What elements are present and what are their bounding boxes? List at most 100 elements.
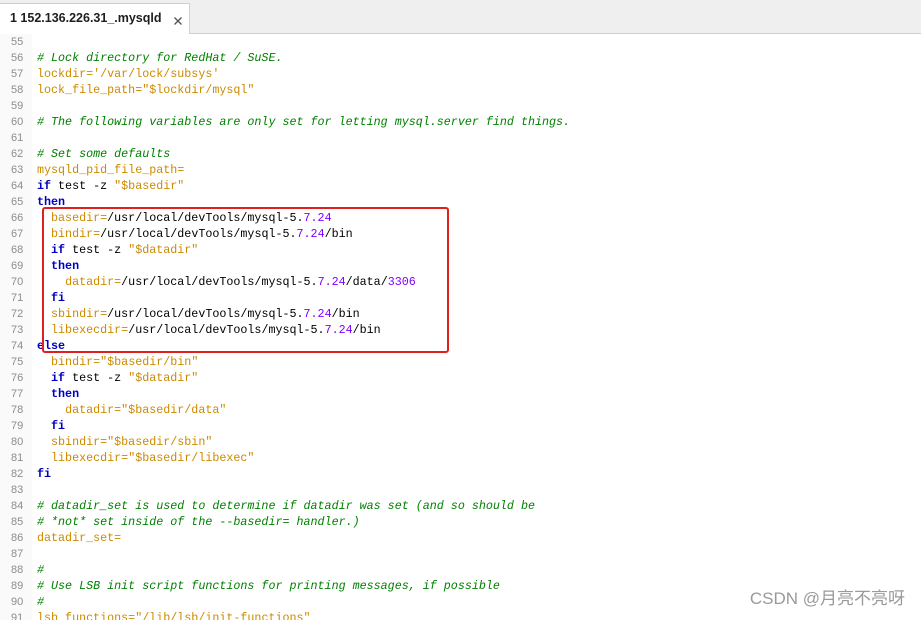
code-line[interactable]: datadir=/usr/local/devTools/mysql-5.7.24… <box>37 274 917 290</box>
editor[interactable]: 55 56 57 58 59 60 61 62 63 64 65 66 67 68 69 70 71 72 73 74… <box>0 34 921 620</box>
variable-token: datadir= <box>65 403 122 417</box>
line-number: 86 <box>11 532 24 544</box>
comment-token: # Use LSB init script functions for prin… <box>37 579 500 593</box>
line-number: 85 <box>11 516 24 528</box>
code-line[interactable]: if test -z "$datadir" <box>37 242 917 258</box>
line-number: 59 <box>11 100 24 112</box>
code-line[interactable]: lock_file_path="$lockdir/mysql" <box>37 82 917 98</box>
string-token: "$datadir" <box>128 371 199 385</box>
code-line[interactable]: fi <box>37 290 917 306</box>
code-line[interactable]: if test -z "$datadir" <box>37 370 917 386</box>
code-line[interactable]: datadir="$basedir/data" <box>37 402 917 418</box>
variable-token: bindir= <box>51 227 101 241</box>
string-token: '/var/lock/subsys' <box>93 67 220 81</box>
line-number: 77 <box>11 388 24 400</box>
line-number: 66 <box>11 212 24 224</box>
code-line[interactable]: lsb_functions="/lib/lsb/init-functions" <box>37 610 917 620</box>
code-line[interactable]: basedir=/usr/local/devTools/mysql-5.7.24 <box>37 210 917 226</box>
code-line[interactable] <box>37 98 917 114</box>
line-number: 62 <box>11 148 24 160</box>
line-number: 71 <box>11 292 24 304</box>
code-line[interactable]: lockdir='/var/lock/subsys' <box>37 66 917 82</box>
watermark: CSDN @月亮不亮呀 <box>749 589 905 608</box>
line-number: 64 <box>11 180 24 192</box>
line-number: 78 <box>11 404 24 416</box>
line-number: 73 <box>11 324 24 336</box>
keyword-token: if <box>51 243 66 257</box>
code-line[interactable]: # Lock directory for RedHat / SuSE. <box>37 50 917 66</box>
number-token: 7.24 <box>296 227 325 241</box>
code-line[interactable]: # *not* set inside of the --basedir= han… <box>37 514 917 530</box>
line-number: 80 <box>11 436 24 448</box>
comment-token: # Lock directory for RedHat / SuSE. <box>37 51 283 65</box>
keyword-token: then <box>51 387 80 401</box>
variable-token: datadir= <box>65 275 122 289</box>
line-number: 79 <box>11 420 24 432</box>
number-token: 7.24 <box>303 307 332 321</box>
code-line[interactable]: fi <box>37 466 917 482</box>
comment-token: # <box>37 563 45 577</box>
code-line[interactable]: sbindir="$basedir/sbin" <box>37 434 917 450</box>
code-line[interactable]: # The following variables are only set f… <box>37 114 917 130</box>
line-number: 56 <box>11 52 24 64</box>
line-number: 75 <box>11 356 24 368</box>
line-number: 87 <box>11 548 24 560</box>
string-token: "$basedir" <box>114 179 185 193</box>
code-line[interactable]: if test -z "$basedir" <box>37 178 917 194</box>
line-number: 69 <box>11 260 24 272</box>
keyword-token: if <box>51 371 66 385</box>
code-line[interactable] <box>37 130 917 146</box>
text-token: /usr/local/devTools/mysql-5. <box>100 227 297 241</box>
code-line[interactable]: bindir=/usr/local/devTools/mysql-5.7.24/… <box>37 226 917 242</box>
file-tab[interactable]: 1 152.136.226.31_.mysqld <box>0 3 190 34</box>
code-line[interactable]: libexecdir=/usr/local/devTools/mysql-5.7… <box>37 322 917 338</box>
text-token: /bin <box>324 227 353 241</box>
code-line[interactable] <box>37 34 917 50</box>
code-line[interactable]: mysqld_pid_file_path= <box>37 162 917 178</box>
line-number: 67 <box>11 228 24 240</box>
text-token: /usr/local/devTools/mysql-5. <box>107 307 304 321</box>
text-token: test -z <box>51 179 115 193</box>
variable-token: sbindir= <box>51 435 108 449</box>
code-line[interactable] <box>37 482 917 498</box>
close-icon[interactable] <box>173 13 183 25</box>
line-number: 65 <box>11 196 24 208</box>
line-number: 55 <box>11 36 24 48</box>
text-token: /bin <box>331 307 360 321</box>
tab-label: 1 152.136.226.31_.mysqld <box>10 11 162 25</box>
code-line[interactable]: datadir_set= <box>37 530 917 546</box>
code-line[interactable]: then <box>37 258 917 274</box>
code-line[interactable]: then <box>37 386 917 402</box>
code-line[interactable]: libexecdir="$basedir/libexec" <box>37 450 917 466</box>
code-line[interactable]: fi <box>37 418 917 434</box>
code-line[interactable]: else <box>37 338 917 354</box>
code-line[interactable] <box>37 546 917 562</box>
code-line[interactable]: then <box>37 194 917 210</box>
code-line[interactable]: sbindir=/usr/local/devTools/mysql-5.7.24… <box>37 306 917 322</box>
line-number: 72 <box>11 308 24 320</box>
keyword-token: fi <box>37 467 52 481</box>
number-token: 7.24 <box>317 275 346 289</box>
code-area[interactable]: # Lock directory for RedHat / SuSE. lockd… <box>37 34 917 620</box>
comment-token: # The following variables are only set f… <box>37 115 571 129</box>
code-line[interactable]: # Set some defaults <box>37 146 917 162</box>
code-line[interactable]: bindir="$basedir/bin" <box>37 354 917 370</box>
text-token: /usr/local/devTools/mysql-5. <box>107 211 304 225</box>
variable-token: bindir= <box>51 355 101 369</box>
line-number: 70 <box>11 276 24 288</box>
code-line[interactable]: # datadir_set is used to determine if da… <box>37 498 917 514</box>
number-token: 3306 <box>387 275 416 289</box>
line-number: 76 <box>11 372 24 384</box>
line-number: 60 <box>11 116 24 128</box>
line-number: 57 <box>11 68 24 80</box>
keyword-token: then <box>37 195 66 209</box>
code-line[interactable]: # <box>37 562 917 578</box>
variable-token: lsb_functions= <box>37 611 136 620</box>
string-token: "$basedir/data" <box>121 403 227 417</box>
text-token: /usr/local/devTools/mysql-5. <box>121 275 318 289</box>
comment-token: # <box>37 595 45 609</box>
